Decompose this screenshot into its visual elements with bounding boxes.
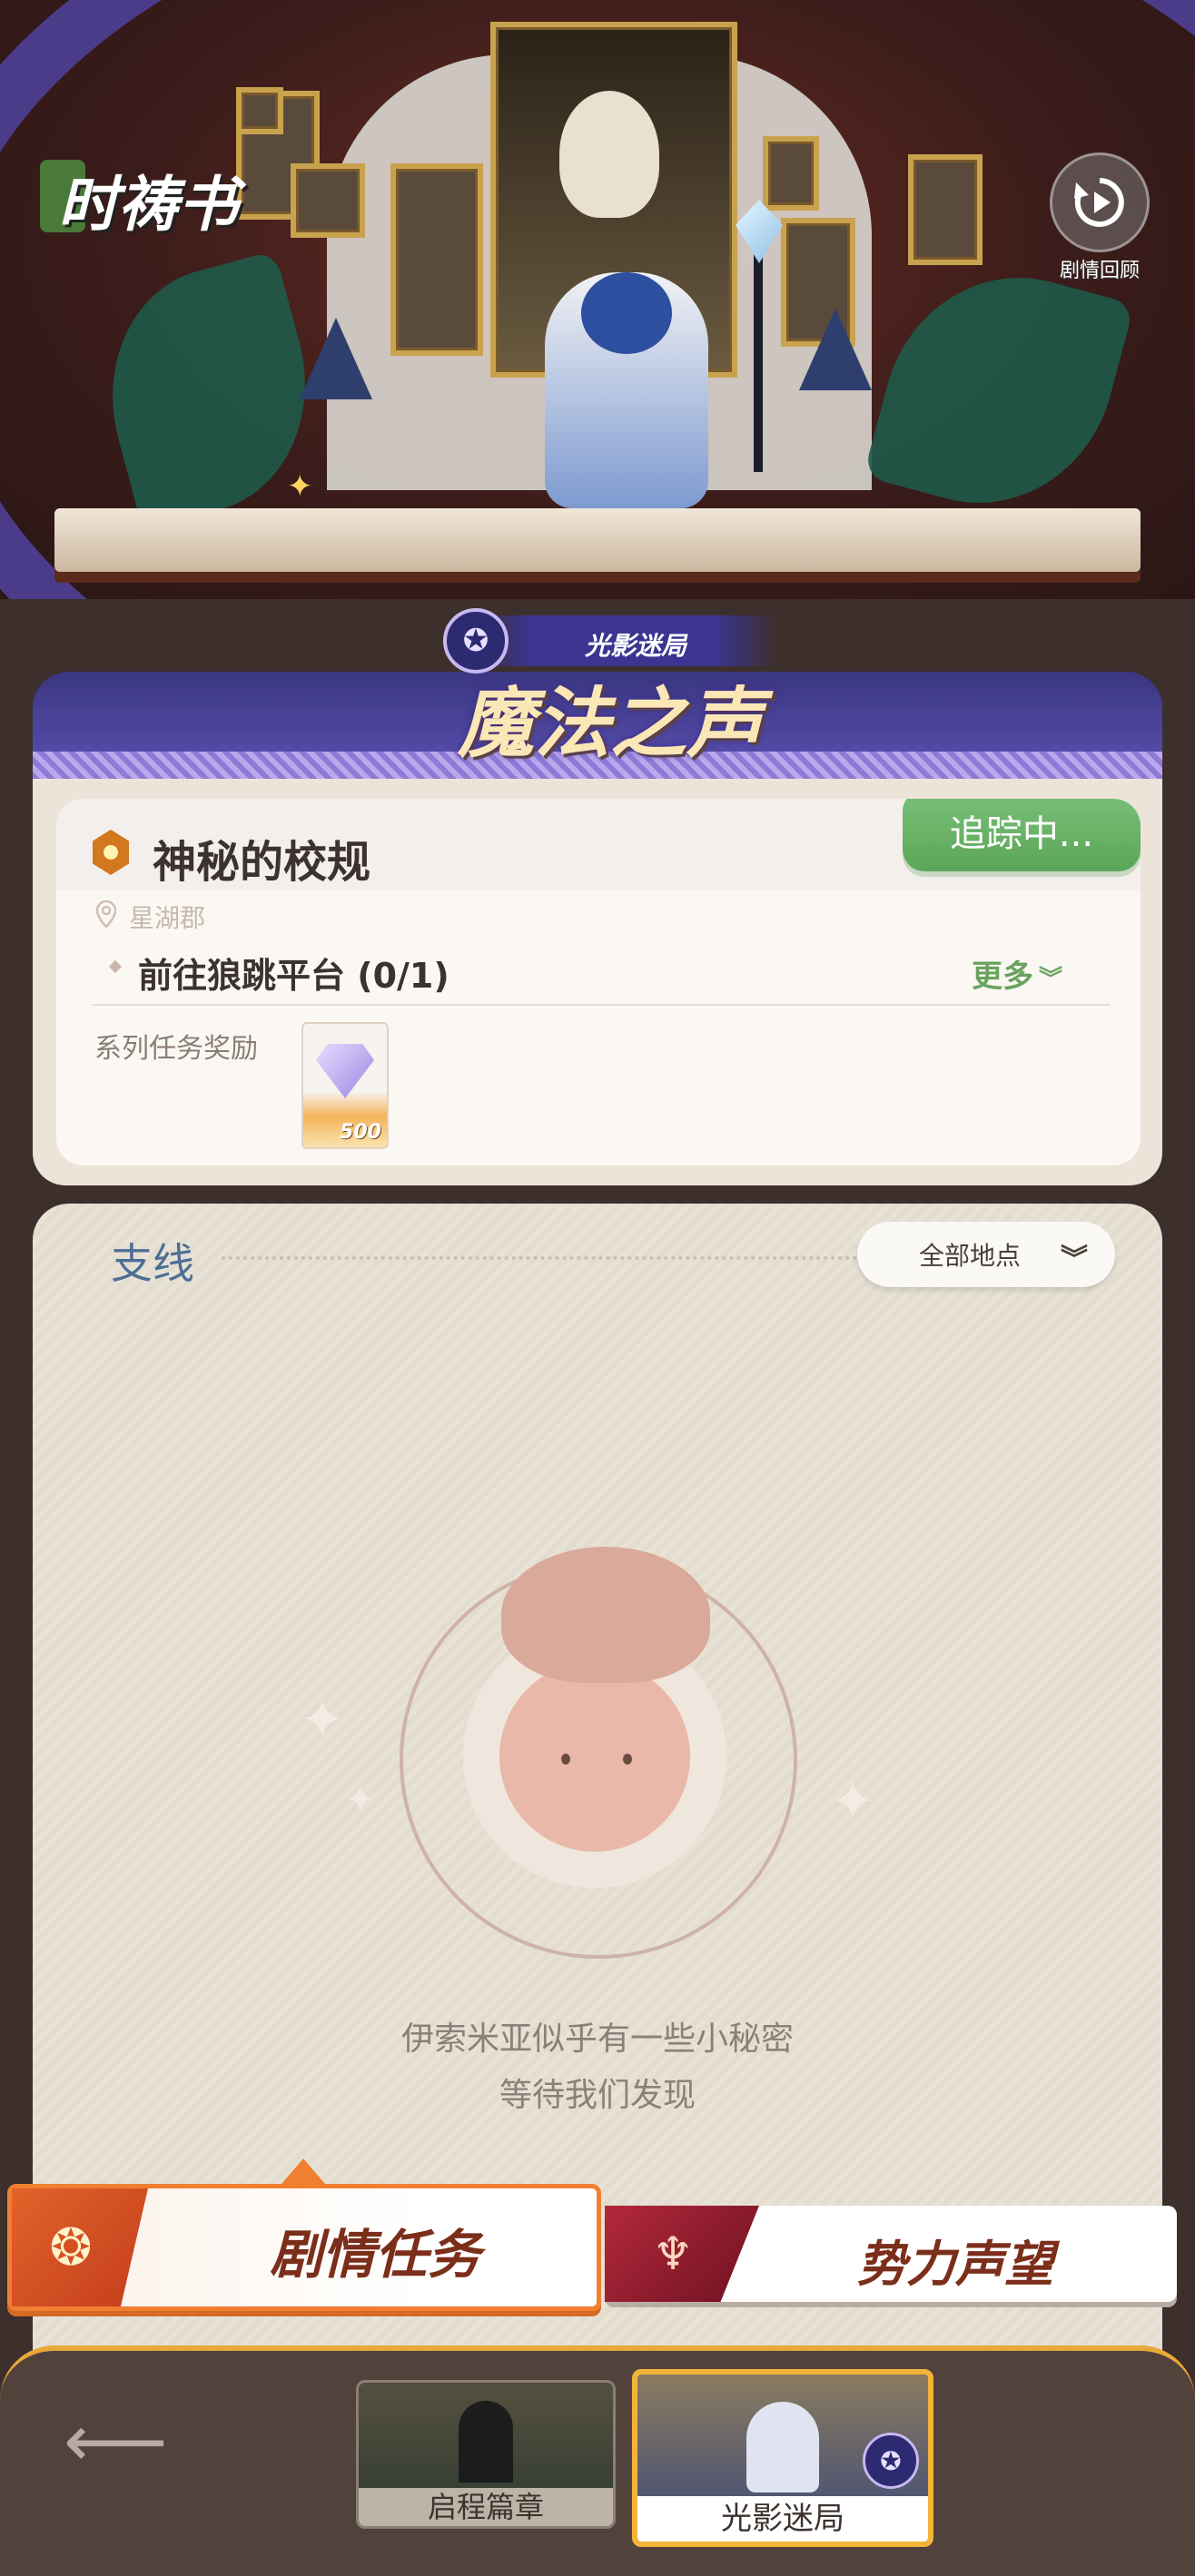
replay-icon bbox=[1050, 152, 1150, 252]
faction-icon: ♆ bbox=[605, 2206, 759, 2302]
banner-subtitle-chip: 光影迷局 bbox=[469, 615, 777, 666]
dotted-divider bbox=[222, 1256, 857, 1260]
more-button[interactable]: 更多 ︾ bbox=[972, 951, 1062, 996]
chapter-label: 光影迷局 bbox=[637, 2496, 928, 2542]
divider bbox=[93, 1004, 1110, 1006]
tab-faction-reputation[interactable]: ♆ 势力声望 bbox=[605, 2206, 1177, 2302]
quest-location: 星湖郡 bbox=[129, 903, 206, 933]
chapter-card-light-shadow[interactable]: ✪ 光影迷局 bbox=[632, 2369, 933, 2547]
replay-label: 剧情回顾 bbox=[1059, 260, 1140, 282]
more-label: 更多 bbox=[972, 959, 1033, 995]
mage-staff bbox=[754, 236, 763, 472]
empty-message-line2: 等待我们发现 bbox=[499, 2077, 696, 2114]
empty-message-line1: 伊索米亚似乎有一些小秘密 bbox=[400, 2020, 794, 2058]
sparkle-icon: ✦ bbox=[830, 1770, 876, 1834]
story-replay-button[interactable]: 剧情回顾 bbox=[1046, 152, 1153, 282]
empty-state-message: 伊索米亚似乎有一些小秘密 等待我们发现 bbox=[272, 2011, 923, 2124]
side-quest-title: 支线 bbox=[111, 1239, 194, 1288]
gallery-frame bbox=[236, 87, 283, 134]
chapter-emblem-icon: ✪ bbox=[863, 2433, 919, 2489]
selected-tab-indicator bbox=[281, 2158, 325, 2184]
chapter-thumbnail bbox=[459, 2401, 513, 2483]
gallery-frame bbox=[390, 163, 483, 356]
open-book bbox=[54, 508, 1141, 572]
chapter-label: 启程篇章 bbox=[359, 2488, 613, 2526]
gem-icon bbox=[316, 1044, 374, 1098]
double-chevron-down-icon: ︾ bbox=[1039, 966, 1063, 993]
gallery-frame bbox=[908, 154, 983, 265]
book-title-logo: 时祷书 bbox=[40, 154, 249, 245]
reward-item-gem[interactable]: 500 bbox=[301, 1022, 389, 1149]
chapter-hero-illustration: ✦ bbox=[0, 0, 1195, 599]
sparkle-icon: ✦ bbox=[345, 1779, 376, 1821]
main-quest-card[interactable]: 神秘的校规 追踪中... 星湖郡 前往狼跳平台 (0/1) 更多 ︾ 系列任务奖励… bbox=[56, 799, 1141, 1165]
quest-step: 前往狼跳平台 (0/1) bbox=[138, 956, 449, 996]
step-bullet-icon bbox=[108, 959, 123, 974]
mage-hat bbox=[581, 272, 672, 354]
tracking-button[interactable]: 追踪中... bbox=[903, 799, 1141, 871]
tab-story-label: 剧情任务 bbox=[270, 2224, 481, 2286]
tab-faction-label: 势力声望 bbox=[857, 2235, 1053, 2293]
double-chevron-down-icon: ︾ bbox=[1061, 1244, 1088, 1275]
tab-story-quests[interactable]: ❂ 剧情任务 bbox=[7, 2184, 601, 2311]
witch-figure bbox=[300, 318, 372, 399]
filter-label: 全部地点 bbox=[919, 1241, 1022, 1271]
portrait-figure bbox=[559, 91, 659, 218]
back-arrow-icon[interactable]: ⟵ bbox=[64, 2405, 168, 2478]
book-title: 时祷书 bbox=[58, 169, 238, 240]
chapter-thumbnail bbox=[746, 2402, 819, 2492]
chapter-banner: 光影迷局 ✪ 魔法之声 bbox=[33, 599, 1162, 781]
reward-amount: 500 bbox=[340, 1121, 381, 1144]
sparkle-icon: ✦ bbox=[287, 468, 313, 505]
banner-title: 魔法之声 bbox=[457, 678, 763, 768]
reward-label: 系列任务奖励 bbox=[94, 1033, 258, 1065]
empty-state-illustration bbox=[400, 1547, 797, 1959]
witch-figure bbox=[799, 309, 872, 390]
location-pin-icon bbox=[96, 900, 116, 928]
location-filter-dropdown[interactable]: 全部地点 ︾ bbox=[857, 1222, 1115, 1287]
chapter-card-departure[interactable]: 启程篇章 bbox=[356, 2380, 616, 2529]
quest-title: 神秘的校规 bbox=[153, 837, 371, 888]
gallery-frame bbox=[291, 163, 365, 238]
sparkle-icon: ✦ bbox=[300, 1688, 346, 1752]
gallery-frame bbox=[763, 136, 819, 211]
story-quest-icon: ❂ bbox=[12, 2188, 148, 2306]
banner-subtitle: 光影迷局 bbox=[585, 631, 687, 661]
